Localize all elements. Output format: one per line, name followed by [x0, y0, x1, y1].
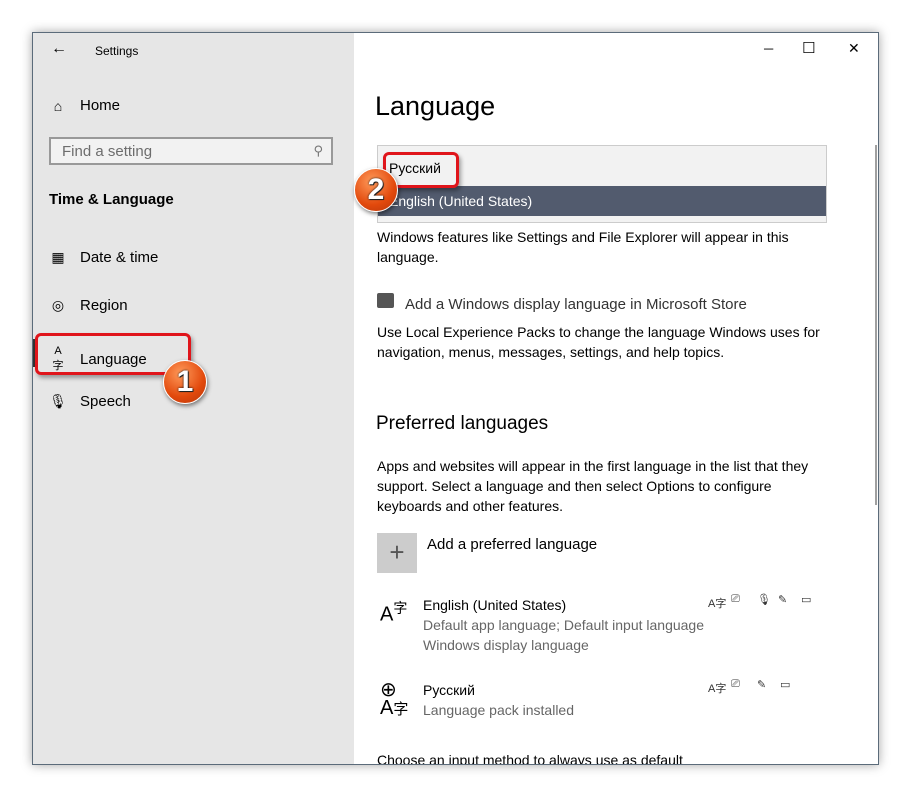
- minimize-button[interactable]: ─: [764, 41, 773, 56]
- store-description: Use Local Experience Packs to change the…: [377, 324, 820, 360]
- scrollbar[interactable]: [875, 145, 877, 505]
- sidebar-item-speech[interactable]: 🎙 Speech: [49, 393, 131, 410]
- page-title: Language: [375, 91, 496, 121]
- microphone-icon: 🎙: [49, 393, 67, 409]
- preferred-description: Apps and websites will appear in the fir…: [377, 458, 809, 514]
- language-globe-icon: ⊕ A字: [380, 679, 409, 719]
- store-link[interactable]: Add a Windows display language in Micros…: [405, 295, 855, 315]
- globe-icon: ◎: [51, 297, 65, 313]
- display-feature-icon: A字: [708, 598, 727, 610]
- handwriting-display-icon: ⎚: [731, 593, 740, 605]
- back-icon[interactable]: ←: [51, 40, 67, 58]
- window-title: Settings: [95, 44, 139, 58]
- add-language-button[interactable]: +: [377, 533, 417, 573]
- handwriting-display-icon: ⎚: [731, 678, 740, 690]
- display-feature-icon: A字: [708, 683, 727, 695]
- pen-feature-icon: ✎: [757, 679, 767, 691]
- plus-icon: +: [389, 537, 405, 567]
- step-badge-2: 2: [354, 168, 398, 212]
- sidebar-item-home[interactable]: ⌂ Home: [49, 97, 120, 114]
- dropdown-option-english[interactable]: English (United States): [378, 186, 826, 216]
- speech-feature-icon: 🎙: [757, 594, 771, 606]
- input-method-link[interactable]: Choose an input method to always use as …: [377, 750, 827, 764]
- sidebar-item-region[interactable]: ◎ Region: [49, 297, 128, 314]
- pen-feature-icon: ✎: [778, 594, 788, 606]
- keyboard-feature-icon: ▭: [780, 679, 791, 691]
- add-language-label[interactable]: Add a preferred language: [427, 535, 877, 555]
- store-icon: [377, 293, 394, 308]
- step-badge-1: 1: [163, 360, 207, 404]
- sidebar-item-date-time[interactable]: ▦ Date & time: [49, 249, 158, 266]
- search-icon: ⚲: [313, 143, 323, 158]
- display-language-description: Windows features like Settings and File …: [377, 229, 789, 265]
- main-content: ─ ☐ ✕ Language Русский English (United S…: [354, 33, 878, 764]
- preferred-title: Preferred languages: [376, 413, 549, 434]
- settings-window: ← Settings ⌂ Home Find a setting ⚲ Time & …: [32, 32, 879, 765]
- calendar-clock-icon: ▦: [51, 249, 65, 265]
- close-button[interactable]: ✕: [848, 40, 860, 57]
- keyboard-feature-icon: ▭: [801, 594, 812, 606]
- maximize-button[interactable]: ☐: [802, 39, 815, 57]
- section-title: Time & Language: [49, 191, 174, 208]
- language-icon: A字: [380, 600, 408, 626]
- search-input[interactable]: Find a setting ⚲: [49, 137, 333, 165]
- home-icon: ⌂: [53, 97, 63, 114]
